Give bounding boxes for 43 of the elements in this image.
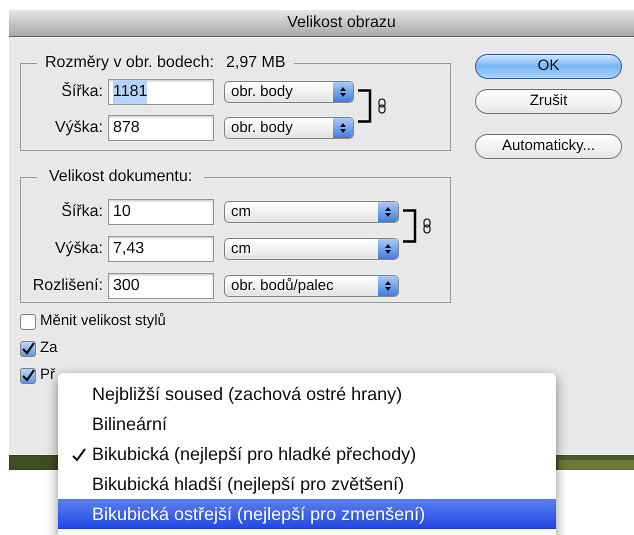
window-title: Velikost obrazu (9, 10, 634, 37)
menu-item[interactable]: Bikubická (nejlepší pro hladké přechody) (58, 439, 556, 469)
checkbox[interactable] (20, 314, 36, 330)
stepper-arrows-icon (378, 202, 398, 222)
stepper-arrows-icon (378, 276, 398, 296)
unit-dropdown[interactable]: obr. body (224, 81, 354, 103)
group-title: Rozměry v obr. bodech: (45, 53, 214, 73)
checkbox[interactable] (20, 368, 36, 384)
chain-link-icon[interactable] (423, 218, 431, 234)
checkbox-label: Př (40, 365, 55, 386)
field-label: Výška: (54, 118, 104, 138)
unit-dropdown[interactable]: cm (224, 238, 399, 260)
field-label: Šířka: (60, 201, 104, 222)
checkbox-label: Měnit velikost stylů (40, 311, 166, 332)
menu-item[interactable]: Bilineární (58, 409, 556, 439)
file-size-text: 2,97 MB (226, 53, 286, 73)
checkbox-label: Za (40, 338, 58, 358)
dialog-button[interactable]: Zrušit (475, 89, 622, 114)
menu-item[interactable]: Nejbližší soused (zachová ostré hrany) (58, 379, 556, 409)
stepper-arrows-icon (378, 239, 398, 259)
field-label: Rozlišení: (32, 276, 104, 296)
dialog-button[interactable]: Automaticky... (475, 134, 622, 159)
input-field[interactable]: 300 (108, 273, 214, 299)
unit-dropdown[interactable]: obr. bodů/palec (224, 275, 399, 297)
check-mark-icon (72, 448, 86, 462)
link-bracket-icon (403, 209, 417, 243)
unit-dropdown[interactable]: obr. body (224, 117, 354, 139)
stepper-arrows-icon (333, 82, 353, 102)
menu-item[interactable]: Bikubická ostřejší (nejlepší pro zmenšení) (58, 499, 556, 529)
menu-item[interactable]: Bikubická hladší (nejlepší pro zvětšení) (58, 469, 556, 499)
input-field[interactable]: 1181 (108, 79, 214, 105)
link-bracket-icon (358, 89, 372, 123)
checkbox[interactable] (20, 340, 36, 356)
stepper-arrows-icon (333, 118, 353, 138)
unit-dropdown[interactable]: cm (224, 201, 399, 223)
field-label: Výška: (54, 239, 104, 259)
input-field[interactable]: 878 (108, 115, 214, 141)
chain-link-icon[interactable] (378, 98, 386, 114)
field-label: Šířka: (60, 81, 104, 102)
input-field[interactable]: 10 (108, 199, 214, 225)
input-field[interactable]: 7,43 (108, 236, 214, 262)
group-title: Velikost dokumentu: (48, 167, 194, 187)
dialog-button[interactable]: OK (475, 54, 622, 79)
